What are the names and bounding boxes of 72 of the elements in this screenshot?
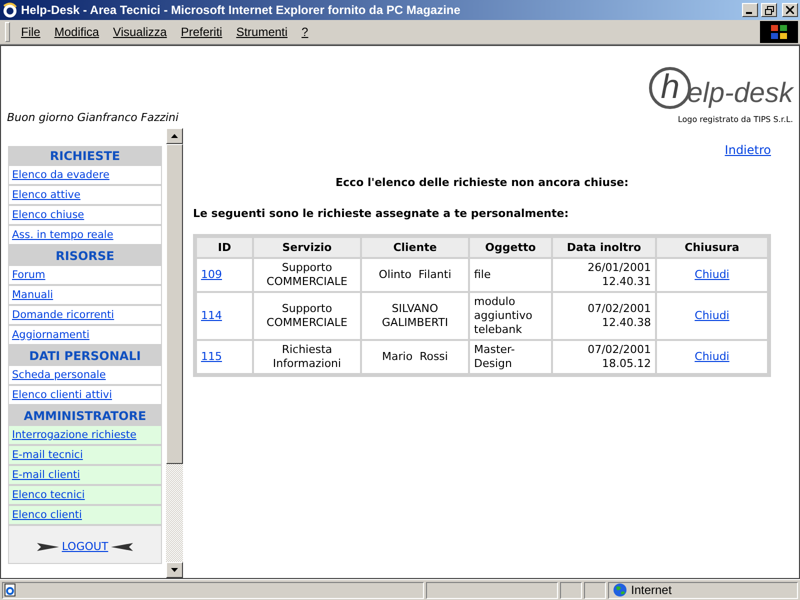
globe-icon (613, 583, 627, 597)
close-link[interactable]: Chiudi (694, 309, 730, 322)
sidebar-link[interactable]: Ass. in tempo reale (9, 226, 161, 244)
table-cell: Supporto COMMERCIALE (266, 302, 348, 329)
sidebar-link[interactable]: Scheda personale (9, 366, 161, 384)
column-header: Servizio (254, 238, 360, 257)
status-pane (560, 582, 582, 598)
scroll-thumb[interactable] (166, 144, 183, 464)
sidebar-link[interactable]: Elenco chiuse (9, 206, 161, 224)
scroll-down-button[interactable] (166, 562, 183, 578)
sidebar-link[interactable]: Interrogazione richieste (9, 426, 161, 444)
status-pane (584, 582, 606, 598)
sidebar-link[interactable]: Manuali (9, 286, 161, 304)
table-cell: Master-Design (474, 343, 515, 370)
menu-item[interactable]: ? (294, 23, 316, 41)
sidebar-link[interactable]: E-mail tecnici (9, 446, 161, 464)
column-header: Cliente (362, 238, 468, 257)
sidebar-link[interactable]: Aggiornamenti (9, 326, 161, 344)
scrollbar[interactable] (166, 128, 183, 578)
sidebar-link[interactable]: Domande ricorrenti (9, 306, 161, 324)
column-header: Oggetto (470, 238, 551, 257)
zone-label: Internet (631, 583, 672, 597)
menu-item[interactable]: Strumenti (229, 23, 295, 41)
sidebar-link[interactable]: Elenco tecnici (9, 486, 161, 504)
close-icon (786, 6, 794, 14)
menu-item[interactable]: Visualizza (106, 23, 174, 41)
id-link[interactable]: 109 (201, 268, 222, 281)
arrow-left-icon (111, 540, 134, 552)
table-cell: file (474, 268, 491, 281)
table-cell-text: 07/02/2001 18.05.12 (588, 343, 652, 370)
logo-note: Logo registrato da TIPS S.r.L. (678, 115, 793, 124)
table-cell: Olinto Filanti (378, 268, 452, 281)
window-title: Help-Desk - Area Tecnici - Microsoft Internet Explorer fornito da PC Magazine (21, 3, 462, 17)
id-link[interactable]: 115 (201, 350, 222, 363)
menu-item[interactable]: File (14, 23, 48, 41)
close-link[interactable]: Chiudi (694, 268, 730, 281)
column-header: ID (197, 238, 252, 257)
menu-item[interactable]: Preferiti (174, 23, 230, 41)
windows-logo-icon (760, 21, 798, 43)
restore-icon (764, 6, 774, 14)
sidebar-link[interactable]: Elenco clienti (9, 506, 161, 524)
menu-item[interactable]: Modifica (47, 23, 106, 41)
id-link[interactable]: 114 (201, 309, 222, 322)
table-cell-text: modulo aggiuntivo telebank (474, 295, 534, 336)
up-arrow-icon (171, 134, 178, 138)
back-link[interactable]: Indietro (724, 143, 771, 157)
table-cell-text: 26/01/2001 12.40.31 (588, 261, 652, 288)
greeting-text: Buon giorno Gianfranco Fazzini (7, 111, 179, 124)
close-button[interactable] (782, 3, 798, 17)
section-heading: Le seguenti sono le richieste assegnate a te personalmente: (193, 207, 570, 220)
down-arrow-icon (171, 568, 178, 572)
minimize-button[interactable] (742, 3, 758, 17)
browser-icon (2, 2, 18, 18)
table-cell-text: 07/02/2001 12.40.38 (588, 302, 652, 329)
page-heading: Ecco l'elenco delle richieste non ancora chiuse: (334, 176, 630, 189)
logout-link[interactable]: LOGOUT (62, 540, 108, 553)
sidebar-link[interactable]: Elenco attive (9, 186, 161, 204)
sidebar-link[interactable]: Elenco da evadere (9, 166, 161, 184)
close-link[interactable]: Chiudi (694, 350, 730, 363)
sidebar-link[interactable]: Forum (9, 266, 161, 284)
sidebar-link[interactable]: E-mail clienti (9, 466, 161, 484)
scroll-up-button[interactable] (166, 128, 183, 144)
arrow-right-icon (36, 540, 59, 552)
table-cell: Richiesta Informazioni (272, 343, 342, 370)
table-cell: Supporto COMMERCIALE (266, 261, 348, 288)
column-header: Data inoltro (553, 238, 655, 257)
column-header: Chiusura (657, 238, 767, 257)
table-cell: Mario Rossi (382, 350, 448, 363)
sidebar-link[interactable]: Elenco clienti attivi (9, 386, 161, 404)
page-icon (3, 583, 17, 597)
restore-button[interactable] (761, 3, 777, 17)
table-cell: SILVANO GALIMBERTI (382, 302, 448, 329)
